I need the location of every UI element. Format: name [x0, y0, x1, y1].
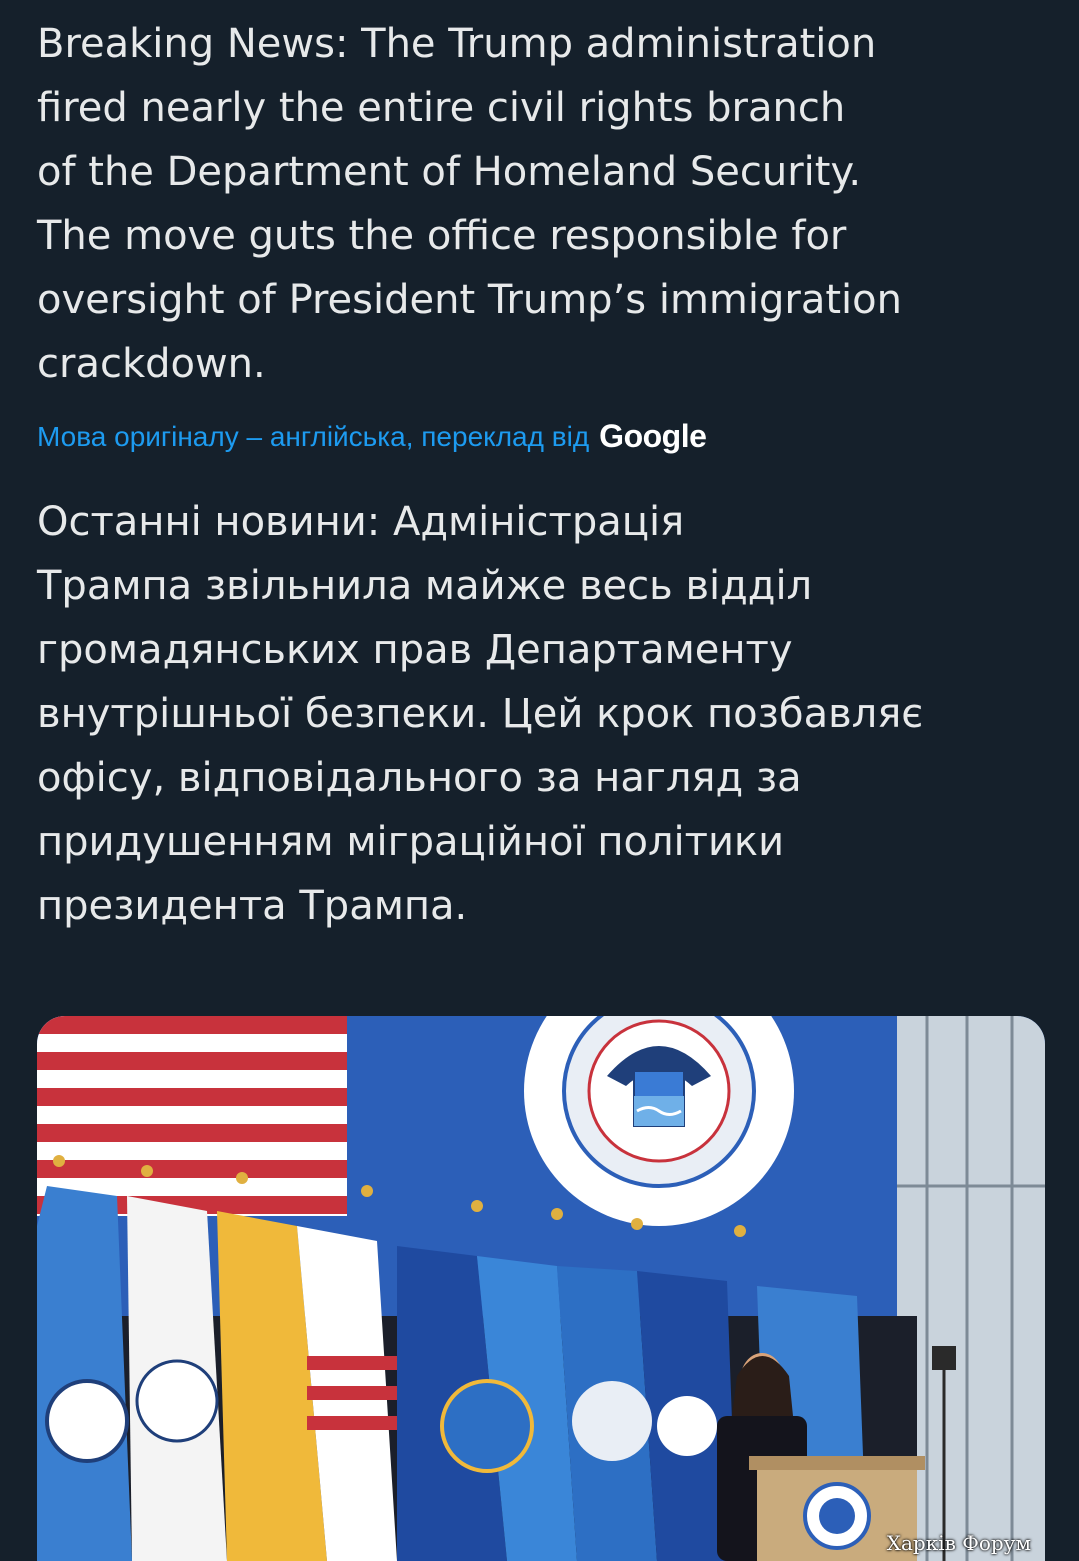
tweet-media-image[interactable]: Харків Форум [37, 1016, 1045, 1561]
tweet-original-text: Breaking News: The Trump administration … [37, 21, 902, 387]
photo-illustration [37, 1016, 1045, 1561]
translation-notice[interactable]: Мова оригіналу – англійська, переклад ві… [37, 418, 707, 455]
tweet-translated-text: Останні новини: Адміністрація Трампа зві… [37, 499, 924, 929]
translation-notice-text: Мова оригіналу – англійська, переклад ві… [37, 420, 590, 452]
google-logo: Google [599, 418, 707, 454]
watermark: Харків Форум [886, 1531, 1031, 1555]
us-flag-stripes [37, 1016, 347, 1216]
tweet-body: Breaking News: The Trump administration … [37, 12, 1047, 396]
